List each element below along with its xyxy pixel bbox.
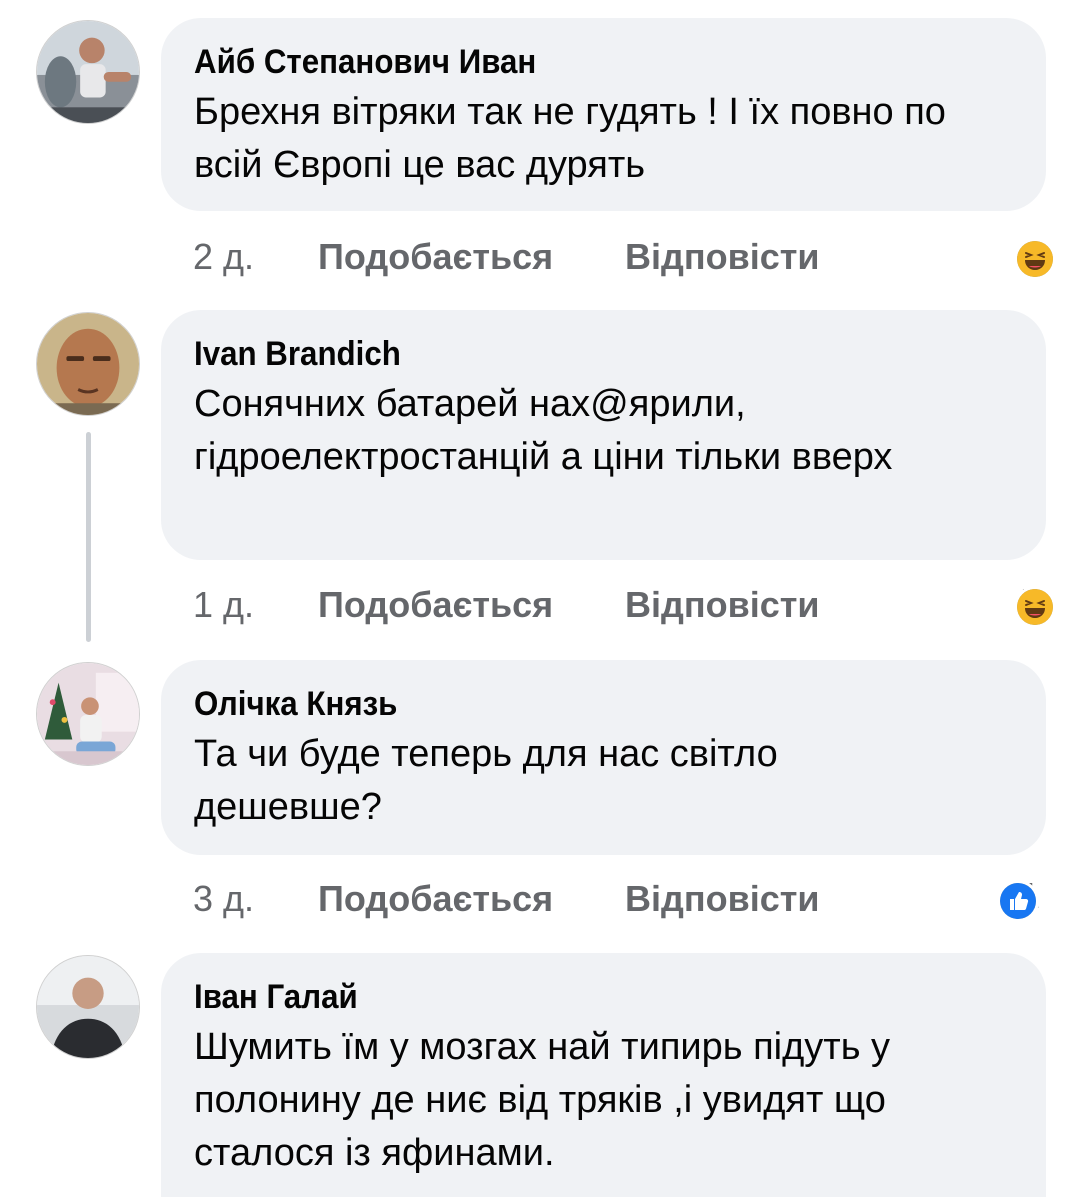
like-button[interactable]: Подобається (318, 878, 553, 920)
avatar[interactable] (36, 312, 140, 416)
haha-icon (1013, 238, 1056, 280)
comment-time[interactable]: 3 д. (193, 878, 254, 920)
comment-bubble: Олічка Князь Та чи буде теперь для нас с… (161, 660, 1046, 855)
comment-meta: 1 д. Подобається Відповісти 5 (193, 578, 1056, 628)
reactions-summary[interactable]: 11 (996, 874, 1046, 922)
like-button[interactable]: Подобається (318, 584, 553, 626)
like-icon (996, 880, 1039, 922)
comment-text: Сонячних батарей нах@ярили, гідроелектро… (194, 383, 893, 478)
comment-author[interactable]: Олічка Князь (194, 684, 950, 724)
reactions-summary[interactable]: 9 (1013, 232, 1056, 280)
avatar[interactable] (36, 662, 140, 766)
reactions-summary[interactable]: 5 (1013, 580, 1056, 628)
comment-text: Та чи буде теперь для нас світло дешевше… (194, 733, 778, 828)
comment-text: Брехня вітряки так не гудять ! І їх повн… (194, 91, 946, 186)
comment-author[interactable]: Іван Галай (194, 977, 950, 1017)
comment-time[interactable]: 2 д. (193, 236, 254, 278)
comment-bubble: Іван Галай Шумить їм у мозгах най типирь… (161, 953, 1046, 1197)
comment-meta: 3 д. Подобається Відповісти 11 (193, 872, 1046, 922)
reply-button[interactable]: Відповісти (625, 878, 820, 920)
comment-bubble: Ivan Brandich Сонячних батарей нах@ярили… (161, 310, 1046, 560)
comment-time[interactable]: 1 д. (193, 584, 254, 626)
reply-button[interactable]: Відповісти (625, 236, 820, 278)
comment-text: Шумить їм у мозгах най типирь підуть у п… (194, 1026, 891, 1174)
thread-line (86, 432, 91, 642)
haha-icon (1013, 586, 1056, 628)
comment-bubble: Айб Степанович Иван Брехня вітряки так н… (161, 18, 1046, 211)
reply-button[interactable]: Відповісти (625, 584, 820, 626)
like-button[interactable]: Подобається (318, 236, 553, 278)
comment-author[interactable]: Ivan Brandich (194, 334, 950, 374)
comment-author[interactable]: Айб Степанович Иван (194, 42, 950, 82)
avatar[interactable] (36, 20, 140, 124)
avatar[interactable] (36, 955, 140, 1059)
comment-meta: 2 д. Подобається Відповісти 9 (193, 230, 1056, 280)
